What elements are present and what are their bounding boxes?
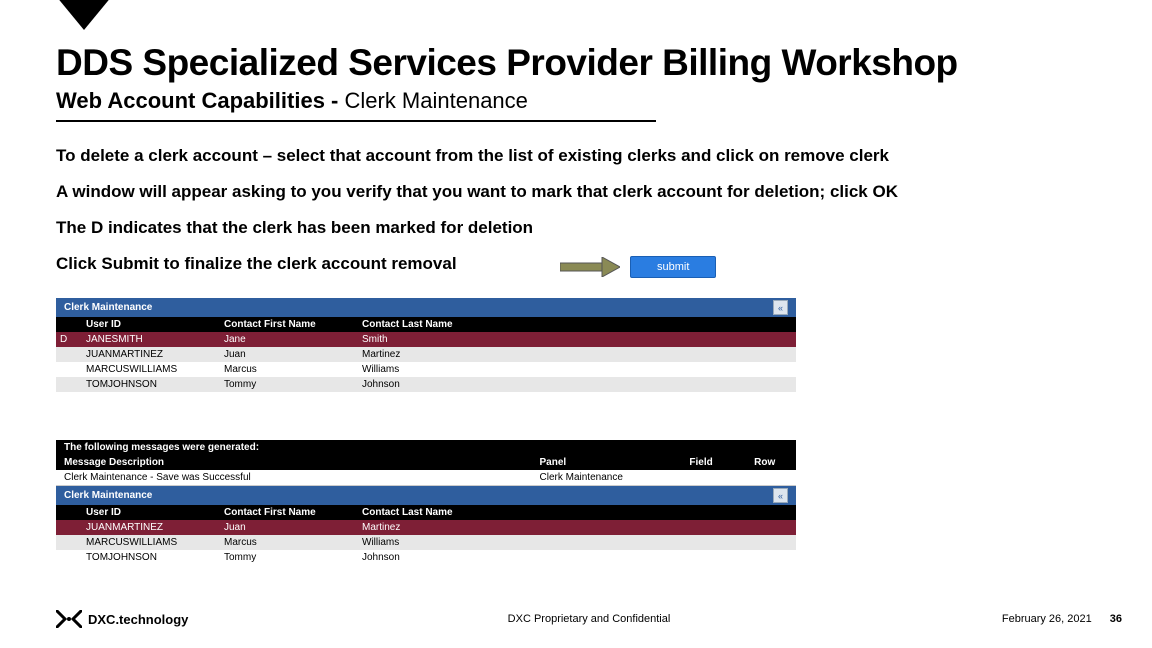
msg-row-val	[750, 470, 796, 485]
row-last: Johnson	[358, 377, 796, 392]
col-lastname: Contact Last Name	[358, 317, 796, 332]
col-msg-row: Row	[750, 455, 796, 470]
row-last: Johnson	[358, 550, 796, 565]
page-title: DDS Specialized Services Provider Billin…	[56, 42, 958, 84]
row-userid: MARCUSWILLIAMS	[82, 362, 220, 377]
col-msg-desc: Message Description	[56, 455, 536, 470]
row-flag	[56, 550, 82, 565]
logo-text: DXC.technology	[88, 612, 188, 627]
body-p2: A window will appear asking to you verif…	[56, 181, 1096, 203]
table-row[interactable]: TOMJOHNSONTommyJohnson	[56, 550, 796, 565]
col-firstname: Contact First Name	[220, 505, 358, 520]
table-row[interactable]: DJANESMITHJaneSmith	[56, 332, 796, 347]
row-flag	[56, 377, 82, 392]
msg-desc: Clerk Maintenance - Save was Successful	[56, 470, 536, 485]
row-first: Juan	[220, 347, 358, 362]
row-first: Jane	[220, 332, 358, 347]
msg-panel: Clerk Maintenance	[536, 470, 686, 485]
collapse-icon[interactable]: «	[773, 300, 788, 315]
row-last: Smith	[358, 332, 796, 347]
row-flag	[56, 535, 82, 550]
row-userid: JANESMITH	[82, 332, 220, 347]
clerk-maintenance-panel-after: The following messages were generated: M…	[56, 440, 796, 565]
table-row[interactable]: MARCUSWILLIAMSMarcusWilliams	[56, 362, 796, 377]
row-userid: TOMJOHNSON	[82, 550, 220, 565]
row-flag	[56, 347, 82, 362]
row-last: Williams	[358, 535, 796, 550]
subtitle-bold: Web Account Capabilities -	[56, 88, 344, 113]
col-firstname: Contact First Name	[220, 317, 358, 332]
table-row[interactable]: JUANMARTINEZJuanMartinez	[56, 347, 796, 362]
row-first: Marcus	[220, 535, 358, 550]
col-userid: User ID	[82, 317, 220, 332]
row-userid: TOMJOHNSON	[82, 377, 220, 392]
col-lastname: Contact Last Name	[358, 505, 796, 520]
messages-intro: The following messages were generated:	[56, 440, 796, 455]
row-last: Martinez	[358, 520, 796, 535]
panel-header: Clerk Maintenance «	[56, 298, 796, 317]
footer: DXC.technology DXC Proprietary and Confi…	[56, 610, 1122, 628]
messages-header: Message Description Panel Field Row	[56, 455, 796, 470]
row-flag: D	[56, 332, 82, 347]
panel-title: Clerk Maintenance	[64, 490, 152, 501]
brand-triangle	[56, 0, 112, 30]
panel-title: Clerk Maintenance	[64, 302, 152, 313]
table-row[interactable]: TOMJOHNSONTommyJohnson	[56, 377, 796, 392]
col-userid: User ID	[82, 505, 220, 520]
arrow-and-submit: submit	[560, 256, 716, 278]
row-userid: MARCUSWILLIAMS	[82, 535, 220, 550]
row-last: Martinez	[358, 347, 796, 362]
col-msg-panel: Panel	[536, 455, 686, 470]
row-first: Tommy	[220, 377, 358, 392]
row-first: Marcus	[220, 362, 358, 377]
message-row: Clerk Maintenance - Save was Successful …	[56, 470, 796, 486]
row-userid: JUANMARTINEZ	[82, 347, 220, 362]
row-last: Williams	[358, 362, 796, 377]
table-header: User ID Contact First Name Contact Last …	[56, 505, 796, 520]
table-header: User ID Contact First Name Contact Last …	[56, 317, 796, 332]
panel-header: Clerk Maintenance «	[56, 486, 796, 505]
row-flag	[56, 362, 82, 377]
footer-date: February 26, 2021	[1002, 613, 1092, 625]
dxc-logo: DXC.technology	[56, 610, 188, 628]
msg-field	[685, 470, 750, 485]
collapse-icon[interactable]: «	[773, 488, 788, 503]
footer-confidential: DXC Proprietary and Confidential	[56, 613, 1122, 625]
body-p3: The D indicates that the clerk has been …	[56, 217, 1096, 239]
table-row[interactable]: JUANMARTINEZJuanMartinez	[56, 520, 796, 535]
table-row[interactable]: MARCUSWILLIAMSMarcusWilliams	[56, 535, 796, 550]
row-first: Juan	[220, 520, 358, 535]
row-flag	[56, 520, 82, 535]
col-msg-field: Field	[685, 455, 750, 470]
submit-button[interactable]: submit	[630, 256, 716, 278]
row-first: Tommy	[220, 550, 358, 565]
subtitle-rest: Clerk Maintenance	[344, 88, 527, 113]
arrow-icon	[560, 257, 620, 277]
row-userid: JUANMARTINEZ	[82, 520, 220, 535]
page-number: 36	[1110, 613, 1122, 625]
clerk-maintenance-panel-before: Clerk Maintenance « User ID Contact Firs…	[56, 298, 796, 392]
body-p1: To delete a clerk account – select that …	[56, 145, 1096, 167]
subtitle: Web Account Capabilities - Clerk Mainten…	[56, 88, 656, 122]
